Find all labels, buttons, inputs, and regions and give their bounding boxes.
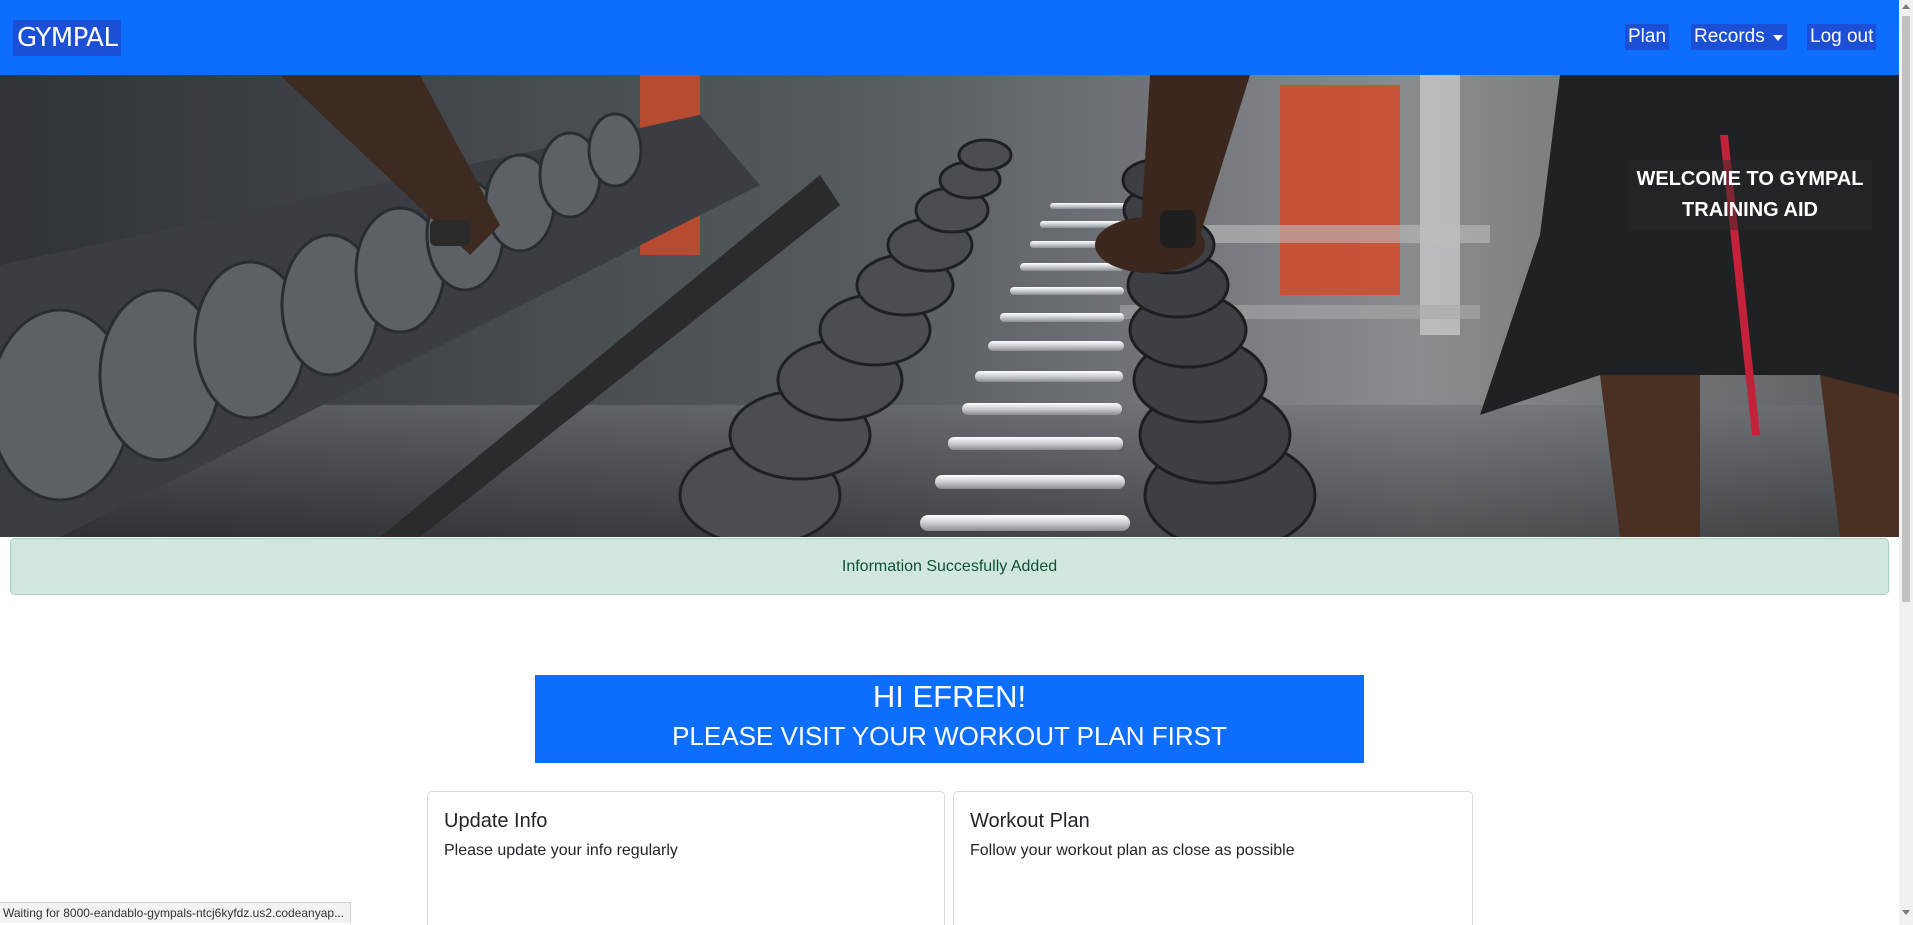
scrollbar-thumb[interactable] (1902, 16, 1910, 602)
card-text: Please update your info regularly (444, 842, 678, 859)
card-text: Follow your workout plan as close as pos… (970, 842, 1295, 859)
greeting-banner: HI EFREN! PLEASE VISIT YOUR WORKOUT PLAN… (535, 675, 1364, 763)
nav-dropdown-records[interactable]: Records (1691, 24, 1787, 50)
card-title: Workout Plan (970, 810, 1090, 832)
hero-gym-dumbbells-image (0, 75, 1899, 537)
nav-link-plan[interactable]: Plan (1625, 24, 1670, 50)
greeting-heading: HI EFREN! (872, 679, 1027, 714)
card-title: Update Info (444, 810, 548, 832)
brand-logo-link[interactable]: GYMPAL (13, 20, 122, 56)
welcome-caption: WELCOME TO GYMPAL TRAINING AID (1628, 160, 1872, 230)
scroll-up-arrow-icon[interactable] (1902, 4, 1910, 9)
welcome-line-1: WELCOME TO GYMPAL (1636, 168, 1864, 190)
page-scrollbar[interactable] (1899, 0, 1913, 925)
card-workout-plan[interactable]: Workout Plan Follow your workout plan as… (953, 791, 1473, 925)
card-update-info[interactable]: Update Info Please update your info regu… (427, 791, 945, 925)
success-alert: Information Succesfully Added (10, 538, 1889, 595)
welcome-line-2: TRAINING AID (1682, 199, 1818, 221)
browser-status-bar: Waiting for 8000-eandablo-gympals-ntcj6k… (0, 902, 352, 923)
hero-banner: WELCOME TO GYMPAL TRAINING AID (0, 75, 1899, 537)
greeting-message: PLEASE VISIT YOUR WORKOUT PLAN FIRST (672, 721, 1227, 751)
caret-down-icon (1772, 35, 1783, 41)
top-navbar: GYMPAL Plan Records Log out (0, 0, 1899, 75)
scroll-down-arrow-icon[interactable] (1902, 910, 1910, 915)
nav-link-logout[interactable]: Log out (1807, 24, 1877, 50)
nav-records-label: Records (1694, 26, 1765, 47)
